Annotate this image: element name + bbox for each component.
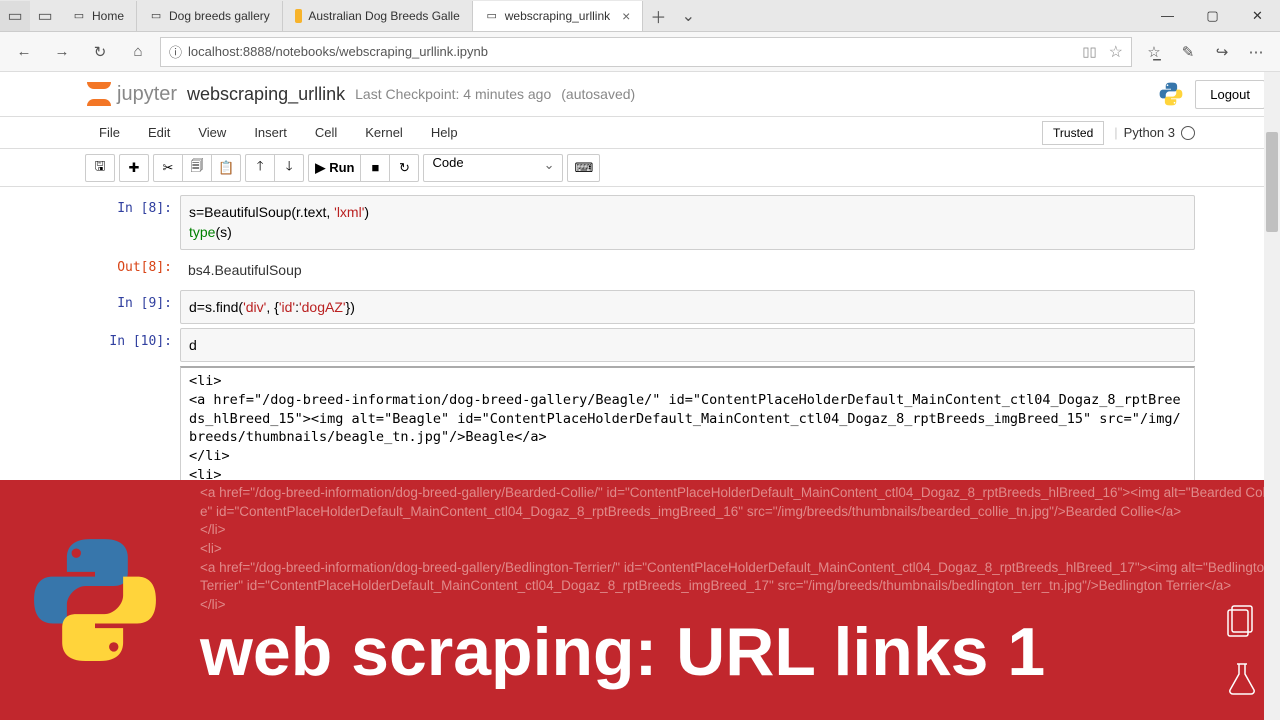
out-prompt-8: Out[8]:	[85, 254, 180, 286]
banner-background-code: <a href="/dog-breed-information/dog-bree…	[0, 480, 1280, 614]
browser-tab-notebook[interactable]: ▭webscraping_urllink×	[473, 1, 644, 31]
video-banner-overlay: <a href="/dog-breed-information/dog-bree…	[0, 480, 1280, 720]
window-close-button[interactable]: ✕	[1235, 1, 1280, 31]
browser-tab-aus-dog[interactable]: Australian Dog Breeds Galle	[283, 1, 473, 31]
menu-kernel[interactable]: Kernel	[351, 119, 417, 146]
insert-cell-button[interactable]: ✚	[119, 154, 149, 182]
forward-button[interactable]: →	[46, 36, 78, 68]
save-button[interactable]: 🖫	[85, 154, 115, 182]
python-kernel-icon	[1157, 80, 1185, 108]
cell-input-9[interactable]: d=s.find('div', {'id':'dogAZ'})	[180, 290, 1195, 324]
notes-icon[interactable]: ✎	[1172, 36, 1204, 68]
trusted-badge[interactable]: Trusted	[1042, 121, 1104, 145]
url-input[interactable]: ⓘ localhost:8888/notebooks/webscraping_u…	[160, 37, 1132, 67]
info-icon: ⓘ	[169, 42, 182, 61]
menu-view[interactable]: View	[184, 119, 240, 146]
cell-output-10[interactable]: <li> <a href="/dog-breed-information/dog…	[180, 366, 1195, 489]
documents-icon	[1222, 600, 1262, 640]
cell-output-8: bs4.BeautifulSoup	[180, 254, 1195, 286]
window-maximize-button[interactable]: ▢	[1190, 1, 1235, 31]
copy-button[interactable]: 🗐	[182, 154, 212, 182]
cut-button[interactable]: ✂	[153, 154, 183, 182]
home-button[interactable]: ⌂	[122, 36, 154, 68]
python-logo-icon	[20, 525, 170, 675]
browser-tab-bar: ▭ ▭ ▭Home ▭Dog breeds gallery Australian…	[0, 0, 1280, 32]
cell-input-8[interactable]: s=BeautifulSoup(r.text, 'lxml') type(s)	[180, 195, 1195, 250]
interrupt-button[interactable]: ■	[360, 154, 390, 182]
address-bar: ← → ↻ ⌂ ⓘ localhost:8888/notebooks/websc…	[0, 32, 1280, 72]
new-tab-button[interactable]: ＋	[643, 1, 673, 31]
jupyter-header: jupyter webscraping_urllink Last Checkpo…	[0, 72, 1280, 117]
favicon-icon	[295, 9, 303, 23]
jupyter-logo-icon	[85, 80, 113, 108]
checkpoint-text: Last Checkpoint: 4 minutes ago	[355, 86, 551, 102]
menu-cell[interactable]: Cell	[301, 119, 351, 146]
page-icon: ▭	[72, 9, 86, 23]
refresh-button[interactable]: ↻	[84, 36, 116, 68]
tab-actions-button[interactable]: ▭	[0, 1, 30, 31]
restart-button[interactable]: ↻	[389, 154, 419, 182]
notebook-area: In [8]: s=BeautifulSoup(r.text, 'lxml') …	[0, 187, 1280, 489]
command-palette-button[interactable]: ⌨	[567, 154, 600, 182]
url-text: localhost:8888/notebooks/webscraping_url…	[188, 44, 488, 59]
menu-insert[interactable]: Insert	[240, 119, 301, 146]
output-cell-10: <li> <a href="/dog-breed-information/dog…	[85, 366, 1195, 489]
output-cell-8: Out[8]: bs4.BeautifulSoup	[85, 254, 1195, 286]
autosaved-text: (autosaved)	[561, 86, 635, 102]
menu-bar: File Edit View Insert Cell Kernel Help T…	[0, 117, 1280, 149]
code-cell-8[interactable]: In [8]: s=BeautifulSoup(r.text, 'lxml') …	[85, 195, 1195, 250]
page-icon: ▭	[485, 9, 499, 23]
window-minimize-button[interactable]: —	[1145, 1, 1190, 31]
code-cell-9[interactable]: In [9]: d=s.find('div', {'id':'dogAZ'})	[85, 290, 1195, 324]
run-button[interactable]: ▶Run	[308, 154, 361, 182]
move-down-button[interactable]: 🡓	[274, 154, 304, 182]
browser-tab-home[interactable]: ▭Home	[60, 1, 137, 31]
notebook-name[interactable]: webscraping_urllink	[187, 84, 345, 105]
menu-edit[interactable]: Edit	[134, 119, 184, 146]
back-button[interactable]: ←	[8, 36, 40, 68]
favorites-icon[interactable]: ☆̲	[1138, 36, 1170, 68]
share-icon[interactable]: ↪	[1206, 36, 1238, 68]
kernel-indicator[interactable]: | Python 3	[1114, 125, 1195, 140]
paste-button[interactable]: 📋	[211, 154, 241, 182]
kernel-status-icon	[1181, 126, 1195, 140]
notebook-toolbar: 🖫 ✚ ✂ 🗐 📋 🡑 🡓 ▶Run ■ ↻ Code ⌨	[0, 149, 1280, 187]
scroll-thumb[interactable]	[1266, 132, 1278, 232]
cell-input-10[interactable]: d	[180, 328, 1195, 362]
tab-chevron-button[interactable]: ⌄	[673, 1, 703, 31]
code-cell-10[interactable]: In [10]: d	[85, 328, 1195, 362]
more-icon[interactable]: ⋯	[1240, 36, 1272, 68]
browser-tab-dogbreeds[interactable]: ▭Dog breeds gallery	[137, 1, 283, 31]
cell-type-select[interactable]: Code	[423, 154, 563, 182]
page-icon: ▭	[149, 9, 163, 23]
jupyter-logo[interactable]: jupyter	[85, 80, 177, 108]
logout-button[interactable]: Logout	[1195, 80, 1265, 109]
flask-icon	[1222, 658, 1262, 698]
tab-actions-button-2[interactable]: ▭	[30, 1, 60, 31]
in-prompt-10: In [10]:	[85, 328, 180, 362]
page-scrollbar[interactable]	[1264, 72, 1280, 720]
banner-title: web scraping: URL links 1	[200, 606, 1220, 700]
menu-file[interactable]: File	[85, 119, 134, 146]
reading-view-icon[interactable]: ▯▯	[1082, 44, 1096, 60]
move-up-button[interactable]: 🡑	[245, 154, 275, 182]
favorite-star-icon[interactable]: ☆	[1109, 42, 1123, 62]
in-prompt-9: In [9]:	[85, 290, 180, 324]
close-tab-icon[interactable]: ×	[622, 8, 630, 24]
in-prompt-8: In [8]:	[85, 195, 180, 250]
menu-help[interactable]: Help	[417, 119, 472, 146]
